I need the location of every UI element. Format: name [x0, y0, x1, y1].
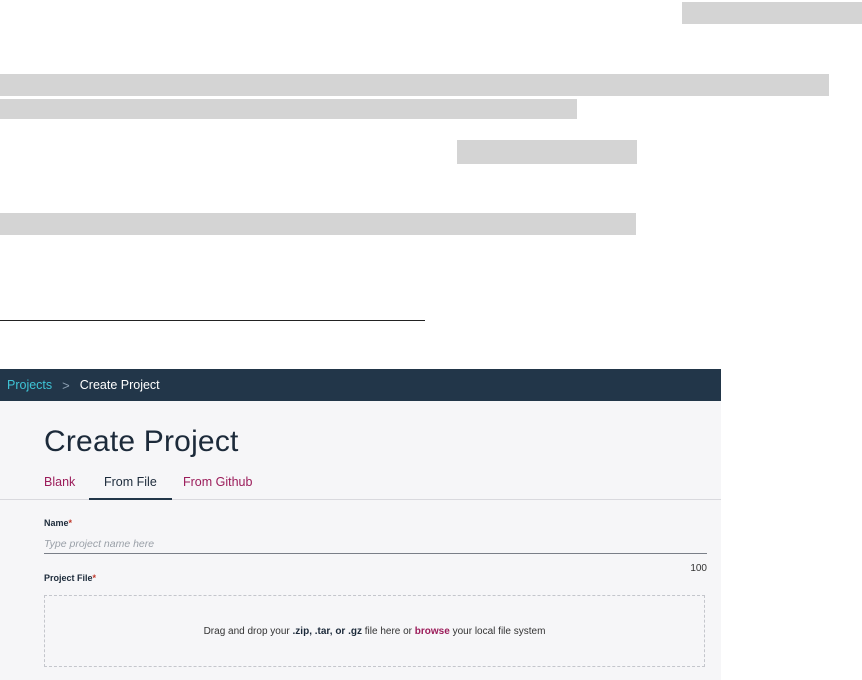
- redacted-block: [682, 2, 862, 24]
- redacted-block: [0, 213, 636, 235]
- dropzone-text: Drag and drop your .zip, .tar, or .gz fi…: [204, 626, 546, 637]
- breadcrumb-current: Create Project: [79, 378, 160, 392]
- dropzone-text-pre: Drag and drop your: [203, 625, 293, 637]
- project-name-input[interactable]: [44, 535, 707, 554]
- redacted-block: [457, 140, 637, 164]
- required-marker: *: [92, 573, 97, 583]
- divider-line: [0, 320, 425, 321]
- project-file-label-text: Project File: [44, 573, 93, 583]
- breadcrumb-projects-link[interactable]: Projects: [7, 378, 52, 392]
- dropzone-extensions: .zip, .tar, or .gz: [292, 625, 362, 637]
- tab-blank[interactable]: Blank: [44, 473, 75, 498]
- top-nav-bar: Projects > Create Project: [0, 369, 721, 401]
- character-counter: 100: [690, 563, 707, 574]
- dropzone-text-mid: file here or: [361, 625, 415, 637]
- name-label-text: Name: [44, 518, 69, 528]
- project-file-label: Project File*: [44, 573, 96, 583]
- chevron-right-icon: >: [62, 377, 70, 393]
- name-field-label: Name*: [44, 518, 72, 528]
- tab-from-file[interactable]: From File: [89, 473, 172, 500]
- browse-link[interactable]: browse: [415, 626, 450, 637]
- dropzone-text-post: your local file system: [449, 625, 546, 637]
- tab-from-github[interactable]: From Github: [183, 473, 252, 498]
- required-marker: *: [68, 518, 73, 528]
- app-window: Projects > Create Project Create Project…: [0, 369, 721, 680]
- redacted-block: [0, 74, 829, 96]
- file-dropzone[interactable]: Drag and drop your .zip, .tar, or .gz fi…: [44, 595, 705, 667]
- tab-bar: Blank From File From Github: [0, 473, 721, 500]
- redacted-block: [0, 99, 577, 119]
- page-title: Create Project: [44, 425, 239, 458]
